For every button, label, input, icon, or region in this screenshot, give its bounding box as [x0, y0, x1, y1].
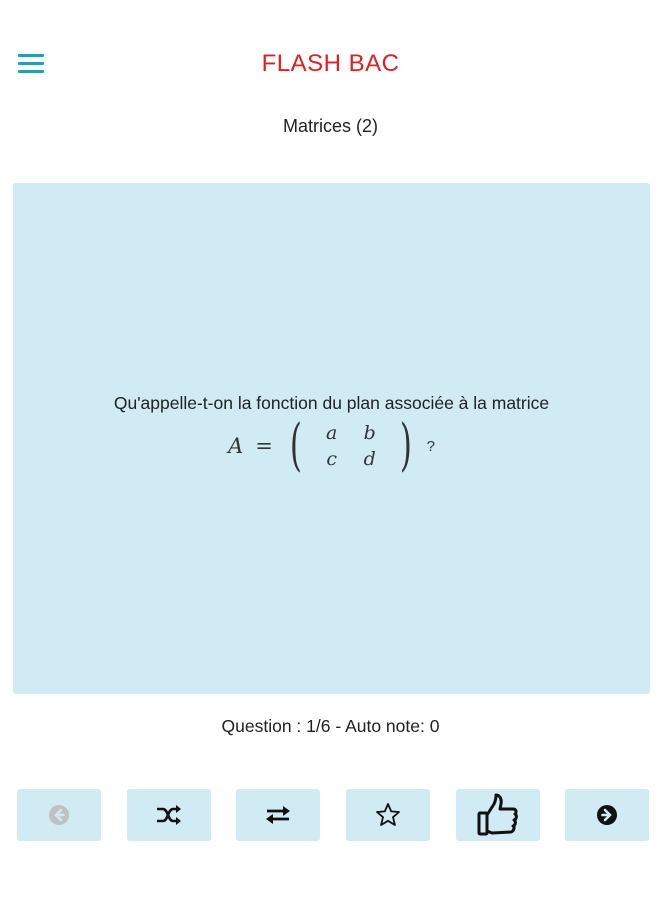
formula-equals: =: [255, 434, 273, 458]
previous-arrow-icon: [49, 805, 69, 825]
matrix-cell: a: [326, 422, 338, 444]
left-paren: (: [289, 413, 302, 478]
next-button[interactable]: [565, 789, 649, 841]
question-text: Qu'appelle-t-on la fonction du plan asso…: [113, 393, 550, 413]
deck-title: Matrices (2): [282, 116, 378, 136]
right-paren: ): [399, 413, 412, 478]
card-content: Qu'appelle-t-on la fonction du plan asso…: [13, 393, 650, 474]
matrix-formula: A = ( a b c d ) ?: [228, 418, 435, 474]
swap-button[interactable]: [236, 789, 320, 841]
thumbs-up-icon: [477, 793, 518, 836]
matrix: a b c d: [313, 422, 389, 470]
flashcard[interactable]: Qu'appelle-t-on la fonction du plan asso…: [13, 183, 650, 694]
question-status: Question : 1/6 - Auto note: 0: [221, 716, 440, 736]
previous-button[interactable]: [17, 789, 101, 841]
swap-icon: [266, 806, 290, 824]
app-title: FLASH BAC: [261, 50, 400, 77]
matrix-cell: c: [326, 448, 338, 470]
shuffle-icon: [157, 805, 181, 825]
matrix-cell: d: [363, 448, 376, 470]
thumbs-up-button[interactable]: [456, 789, 540, 841]
matrix-cell: b: [363, 422, 376, 444]
next-arrow-icon: [597, 805, 617, 825]
shuffle-button[interactable]: [127, 789, 211, 841]
formula-lhs: A: [228, 434, 244, 458]
star-icon: [376, 803, 400, 826]
toolbar: [17, 789, 649, 841]
question-mark: ?: [426, 437, 435, 455]
favorite-button[interactable]: [346, 789, 430, 841]
